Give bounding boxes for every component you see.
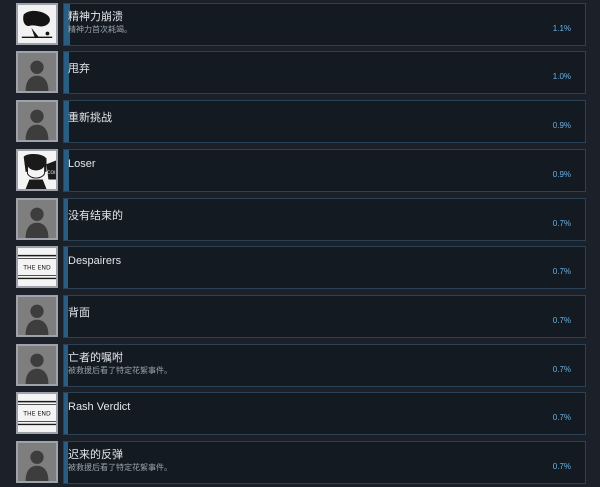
svg-text:COI: COI: [47, 170, 55, 176]
achievement-row[interactable]: 没有结束的 0.7%: [0, 195, 600, 243]
ink-splash-icon: [16, 3, 58, 45]
unlock-percentage: 0.7%: [552, 219, 571, 228]
the-end-icon: THE END: [16, 392, 58, 434]
unlock-percentage: 1.0%: [552, 72, 571, 81]
unlock-percentage: 0.9%: [552, 170, 571, 179]
achievement-title: Rash Verdict: [68, 401, 131, 413]
unlock-percentage: 0.7%: [552, 316, 571, 325]
achievement-title: 迟来的反弹: [68, 449, 123, 461]
achievement-list: 精神力崩溃 精神力首次耗竭。 1.1% 甩弃 1.0% 重新挑战 0.9% CO…: [0, 0, 600, 487]
achievement-description: 被救援后看了特定花絮事件。: [68, 463, 172, 472]
progress-bar: [64, 393, 68, 434]
achievement-title: Loser: [68, 158, 96, 170]
silhouette-icon: [16, 441, 58, 483]
achievement-description: 被救援后看了特定花絮事件。: [68, 366, 172, 375]
icon-text: THE END: [22, 410, 51, 417]
unlock-percentage: 0.7%: [552, 267, 571, 276]
achievement-row[interactable]: THE END Rash Verdict 0.7%: [0, 389, 600, 437]
silhouette-icon: [16, 198, 58, 240]
character-portrait-icon: COI: [16, 149, 58, 191]
achievement-card: Rash Verdict 0.7%: [63, 392, 586, 435]
achievement-card: 背面 0.7%: [63, 295, 586, 338]
the-end-icon: THE END: [16, 246, 58, 288]
achievement-card: Despairers 0.7%: [63, 246, 586, 289]
achievement-card: 没有结束的 0.7%: [63, 198, 586, 241]
achievement-row[interactable]: 迟来的反弹 被救援后看了特定花絮事件。 0.7%: [0, 438, 600, 486]
achievement-card: 精神力崩溃 精神力首次耗竭。 1.1%: [63, 3, 586, 46]
achievement-card: 迟来的反弹 被救援后看了特定花絮事件。 0.7%: [63, 441, 586, 484]
achievement-title: 精神力崩溃: [68, 11, 123, 23]
unlock-percentage: 0.7%: [552, 413, 571, 422]
achievement-description: 精神力首次耗竭。: [68, 25, 132, 34]
achievement-row[interactable]: 背面 0.7%: [0, 292, 600, 340]
achievement-row[interactable]: 甩弃 1.0%: [0, 48, 600, 96]
achievement-title: 亡者的嘱咐: [68, 352, 123, 364]
unlock-percentage: 0.9%: [552, 121, 571, 130]
silhouette-icon: [16, 344, 58, 386]
achievement-title: 没有结束的: [68, 210, 123, 222]
achievement-card: 重新挑战 0.9%: [63, 100, 586, 143]
achievement-title: Despairers: [68, 255, 122, 267]
silhouette-icon: [16, 295, 58, 337]
achievement-row[interactable]: 重新挑战 0.9%: [0, 97, 600, 145]
achievement-row[interactable]: 亡者的嘱咐 被救援后看了特定花絮事件。 0.7%: [0, 341, 600, 389]
achievement-title: 甩弃: [68, 63, 90, 75]
icon-text: THE END: [22, 264, 51, 271]
achievement-row[interactable]: 精神力崩溃 精神力首次耗竭。 1.1%: [0, 0, 600, 48]
achievement-title: 背面: [68, 307, 90, 319]
achievement-row[interactable]: COI Loser 0.9%: [0, 146, 600, 194]
achievement-row[interactable]: THE END Despairers 0.7%: [0, 243, 600, 291]
unlock-percentage: 0.7%: [552, 462, 571, 471]
unlock-percentage: 0.7%: [552, 365, 571, 374]
silhouette-icon: [16, 51, 58, 93]
achievement-card: 亡者的嘱咐 被救援后看了特定花絮事件。 0.7%: [63, 344, 586, 387]
progress-bar: [64, 247, 68, 288]
achievement-card: 甩弃 1.0%: [63, 51, 586, 94]
progress-bar: [64, 150, 69, 191]
silhouette-icon: [16, 100, 58, 142]
unlock-percentage: 1.1%: [552, 24, 571, 33]
achievement-card: Loser 0.9%: [63, 149, 586, 192]
achievement-title: 重新挑战: [68, 112, 112, 124]
